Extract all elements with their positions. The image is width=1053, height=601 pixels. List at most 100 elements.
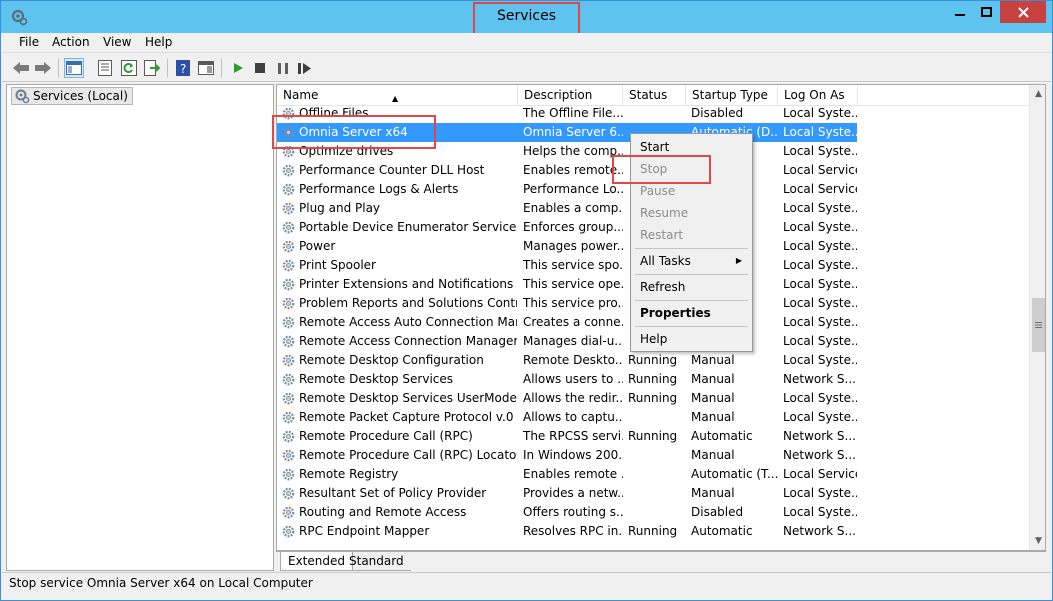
- service-description: This service ope...: [523, 277, 623, 291]
- column-header-name[interactable]: Name ▲: [277, 85, 518, 106]
- forward-arrow-icon: [35, 62, 51, 74]
- service-log-on-as: Network S...: [783, 448, 856, 462]
- table-row[interactable]: Remote Procedure Call (RPC) The RPCSS ser…: [277, 427, 857, 446]
- service-description: Resolves RPC in...: [523, 524, 623, 538]
- service-name: Remote Access Connection Manager: [299, 334, 517, 348]
- service-startup-type: Manual: [691, 391, 735, 405]
- context-menu-label: All Tasks: [640, 254, 691, 268]
- service-gear-icon: [282, 411, 295, 424]
- service-log-on-as: Local Syste...: [783, 106, 857, 120]
- column-header-status[interactable]: Status: [623, 85, 686, 106]
- column-header-log-on-as[interactable]: Log On As: [778, 85, 858, 106]
- pause-service-button[interactable]: [273, 58, 293, 78]
- table-row[interactable]: Remote Packet Capture Protocol v.0 (e...…: [277, 408, 857, 427]
- maximize-button[interactable]: [973, 1, 1000, 23]
- service-name: Portable Device Enumerator Service: [299, 220, 517, 234]
- context-menu-all-tasks[interactable]: All Tasks ▶: [633, 250, 750, 272]
- table-row[interactable]: Optimize drives Helps the comp... Local Sy…: [277, 142, 857, 161]
- start-service-button[interactable]: [228, 58, 248, 78]
- table-row[interactable]: Remote Access Auto Connection Mana... Cre…: [277, 313, 857, 332]
- table-row[interactable]: Plug and Play Enables a comp... Local Syst…: [277, 199, 857, 218]
- table-row[interactable]: Portable Device Enumerator Service Enforc…: [277, 218, 857, 237]
- service-startup-type: Automatic: [691, 429, 753, 443]
- column-header-description[interactable]: Description: [518, 85, 623, 106]
- table-row[interactable]: Offline Files The Offline File... Disabled…: [277, 106, 857, 123]
- menu-action[interactable]: Action: [50, 35, 92, 49]
- close-button[interactable]: [1000, 1, 1046, 23]
- service-gear-icon: [282, 373, 295, 386]
- service-name: Optimize drives: [299, 144, 394, 158]
- service-name: Remote Desktop Services UserMode Po...: [299, 391, 517, 405]
- table-row[interactable]: Remote Access Connection Manager Manages …: [277, 332, 857, 351]
- minimize-button[interactable]: [946, 1, 973, 23]
- table-row[interactable]: Resultant Set of Policy Provider Provides…: [277, 484, 857, 503]
- table-row[interactable]: Routing and Remote Access Offers routing …: [277, 503, 857, 522]
- back-button[interactable]: [11, 58, 31, 78]
- service-description: The RPCSS servi...: [523, 429, 623, 443]
- show-hide-console-tree-button[interactable]: [64, 58, 84, 78]
- table-row[interactable]: Remote Desktop Services Allows users to .…: [277, 370, 857, 389]
- table-row[interactable]: Problem Reports and Solutions Control...…: [277, 294, 857, 313]
- restart-service-button[interactable]: [295, 58, 315, 78]
- table-row[interactable]: Print Spooler This service spo... Local Sy…: [277, 256, 857, 275]
- service-name: Performance Logs & Alerts: [299, 182, 459, 196]
- service-startup-type: Automatic: [691, 524, 753, 538]
- service-name: Print Spooler: [299, 258, 376, 272]
- vertical-scrollbar[interactable]: ▲ ▼: [1029, 85, 1045, 550]
- context-menu-restart[interactable]: Restart: [633, 224, 750, 246]
- tree-item-services-local[interactable]: Services (Local): [11, 87, 133, 105]
- show-action-pane-button[interactable]: [196, 58, 216, 78]
- menu-view[interactable]: View: [101, 35, 133, 49]
- service-startup-type: Manual: [691, 410, 735, 424]
- context-menu-properties[interactable]: Properties: [633, 302, 750, 324]
- context-menu-start[interactable]: Start: [633, 136, 750, 158]
- service-name: Offline Files: [299, 106, 369, 120]
- table-row[interactable]: Printer Extensions and Notifications This…: [277, 275, 857, 294]
- stop-service-button[interactable]: [250, 58, 270, 78]
- service-gear-icon: [282, 145, 295, 158]
- table-row[interactable]: Performance Counter DLL Host Enables remo…: [277, 161, 857, 180]
- table-row[interactable]: Remote Desktop Services UserMode Po... Al…: [277, 389, 857, 408]
- refresh-button[interactable]: [119, 58, 139, 78]
- export-list-button[interactable]: [142, 58, 162, 78]
- service-log-on-as: Local Syste...: [783, 125, 857, 139]
- service-status: Running: [628, 372, 678, 386]
- service-name: Remote Access Auto Connection Mana...: [299, 315, 517, 329]
- context-menu-pause[interactable]: Pause: [633, 180, 750, 202]
- service-log-on-as: Local Syste...: [783, 486, 857, 500]
- context-menu-stop[interactable]: Stop: [633, 158, 750, 180]
- service-log-on-as: Local Service: [783, 467, 857, 481]
- scroll-up-button[interactable]: ▲: [1030, 85, 1045, 102]
- service-log-on-as: Local Syste...: [783, 410, 857, 424]
- chevron-down-icon: ▼: [1035, 535, 1042, 546]
- service-gear-icon: [282, 259, 295, 272]
- service-log-on-as: Local Syste...: [783, 296, 857, 310]
- forward-button[interactable]: [33, 58, 53, 78]
- context-menu-help[interactable]: Help: [633, 328, 750, 350]
- table-row[interactable]: Remote Procedure Call (RPC) Locator In Wi…: [277, 446, 857, 465]
- properties-button[interactable]: [95, 58, 115, 78]
- context-menu-separator: [635, 300, 748, 301]
- service-name: Remote Desktop Configuration: [299, 353, 484, 367]
- service-log-on-as: Local Syste...: [783, 239, 857, 253]
- help-button[interactable]: ?: [173, 58, 193, 78]
- toolbar-separator: [167, 59, 168, 77]
- table-row[interactable]: RPC Endpoint Mapper Resolves RPC in... Run…: [277, 522, 857, 541]
- menu-help[interactable]: Help: [143, 35, 174, 49]
- context-menu-refresh[interactable]: Refresh: [633, 276, 750, 298]
- context-menu-resume[interactable]: Resume: [633, 202, 750, 224]
- table-row[interactable]: Remote Registry Enables remote ... Automat…: [277, 465, 857, 484]
- table-row[interactable]: Omnia Server x64 Omnia Server 6... Automat…: [277, 123, 857, 142]
- service-gear-icon: [282, 449, 295, 462]
- scroll-down-button[interactable]: ▼: [1030, 532, 1045, 549]
- scrollbar-thumb[interactable]: [1032, 298, 1045, 352]
- menu-file[interactable]: File: [17, 35, 41, 49]
- action-pane-icon: [198, 61, 214, 75]
- services-window: Services File Action View Help ? Service…: [0, 0, 1053, 601]
- table-row[interactable]: Remote Desktop Configuration Remote Deskt…: [277, 351, 857, 370]
- table-row[interactable]: Performance Logs & Alerts Performance Lo.…: [277, 180, 857, 199]
- tab-standard[interactable]: Standard: [342, 552, 411, 571]
- table-row[interactable]: Power Manages power... Local Syste...: [277, 237, 857, 256]
- service-description: Creates a conne...: [523, 315, 623, 329]
- column-header-startup-type[interactable]: Startup Type: [686, 85, 778, 106]
